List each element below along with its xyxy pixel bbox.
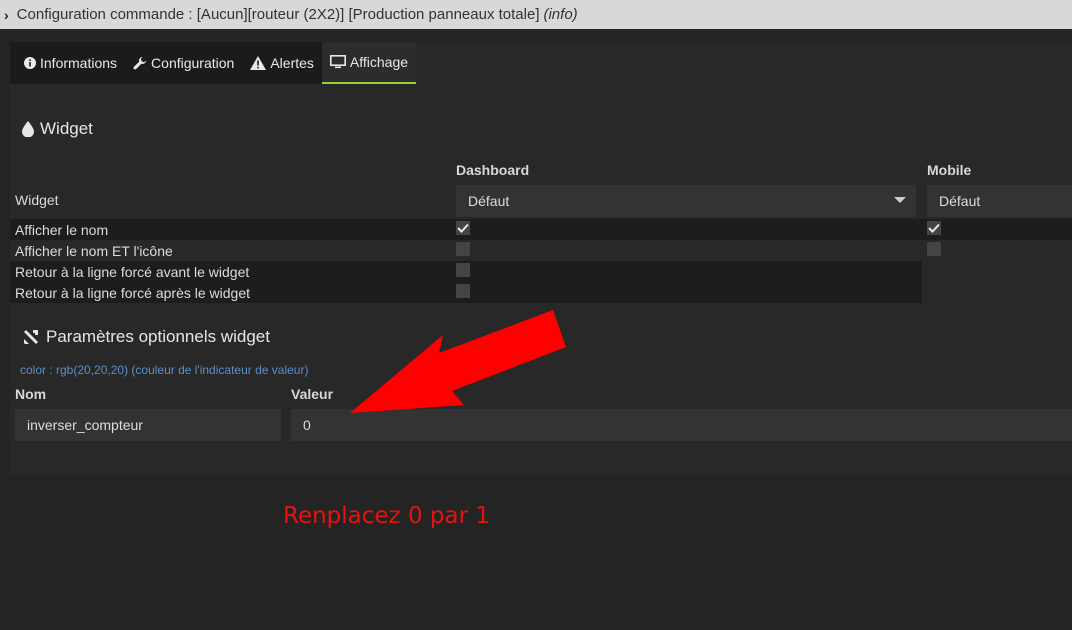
dashboard-widget-select[interactable]: Défaut bbox=[456, 185, 916, 217]
window-title: Configuration commande : [Aucun][routeur… bbox=[16, 6, 540, 23]
col-dashboard-header: Dashboard bbox=[456, 162, 530, 178]
warning-icon bbox=[250, 56, 267, 70]
annotation-arrow-icon bbox=[350, 310, 566, 413]
window-titlebar: › Configuration commande : [Aucun][route… bbox=[0, 0, 1072, 29]
show-name-dashboard-checkbox[interactable] bbox=[456, 221, 470, 235]
checkmark-icon bbox=[457, 223, 469, 233]
window-title-info: (info) bbox=[543, 6, 578, 23]
param-name-input[interactable]: inverser_compteur bbox=[15, 409, 281, 441]
widget-row-label: Widget bbox=[15, 192, 59, 208]
chevron-right-icon[interactable]: › bbox=[4, 7, 9, 23]
option-row: Afficher le nom bbox=[10, 219, 1072, 240]
mobile-widget-select[interactable]: Défaut bbox=[927, 185, 1072, 217]
tab-label: Affichage bbox=[349, 54, 409, 70]
widget-param-hint: color : rgb(20,20,20) (couleur de l'indi… bbox=[20, 363, 309, 377]
info-circle-icon bbox=[24, 57, 36, 69]
droplet-icon bbox=[22, 121, 34, 137]
chevron-down-icon bbox=[894, 197, 906, 203]
wrench-icon bbox=[133, 56, 147, 70]
tab-informations[interactable]: Informations bbox=[10, 42, 125, 84]
show-name-icon-mobile-checkbox[interactable] bbox=[927, 242, 941, 256]
tab-label: Configuration bbox=[151, 55, 235, 71]
col-value-header: Valeur bbox=[291, 386, 334, 402]
show-name-mobile-checkbox[interactable] bbox=[927, 221, 941, 235]
params-section-title: Paramètres optionnels widget bbox=[22, 327, 270, 347]
tab-label: Alertes bbox=[270, 55, 314, 71]
col-name-header: Nom bbox=[15, 386, 47, 402]
widget-section-title: Widget bbox=[22, 119, 93, 139]
tab-bar: Informations Configuration Alertes Affic… bbox=[10, 42, 417, 84]
tools-icon bbox=[22, 328, 40, 346]
tab-label: Informations bbox=[40, 55, 118, 71]
show-name-icon-dashboard-checkbox[interactable] bbox=[456, 242, 470, 256]
checkmark-icon bbox=[928, 223, 940, 233]
monitor-icon bbox=[329, 55, 346, 69]
annotation-text: Renplacez 0 par 1 bbox=[283, 503, 490, 529]
option-row: Afficher le nom ET l'icône bbox=[15, 242, 173, 259]
break-after-dashboard-checkbox[interactable] bbox=[456, 284, 470, 298]
tab-configuration[interactable]: Configuration bbox=[125, 42, 242, 84]
tab-affichage[interactable]: Affichage bbox=[321, 42, 417, 84]
tab-alertes[interactable]: Alertes bbox=[242, 42, 322, 84]
break-before-dashboard-checkbox[interactable] bbox=[456, 263, 470, 277]
col-mobile-header: Mobile bbox=[927, 162, 972, 178]
